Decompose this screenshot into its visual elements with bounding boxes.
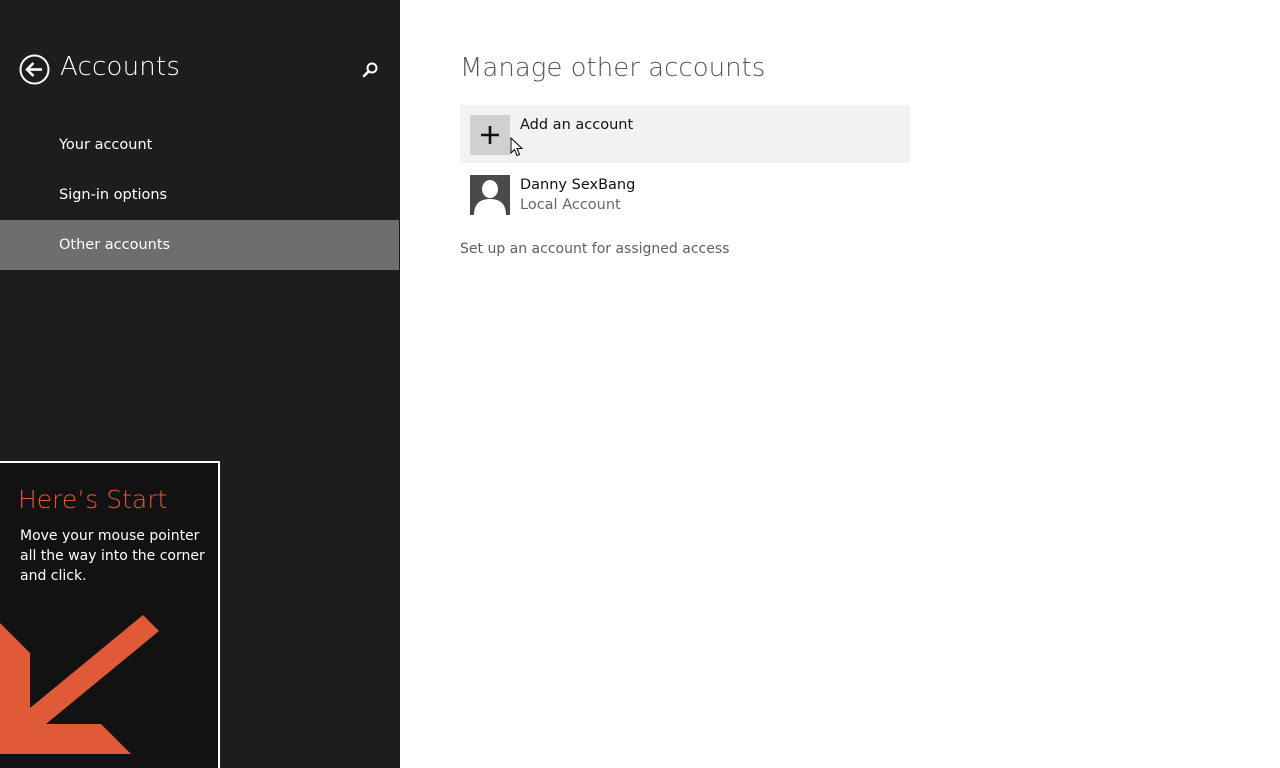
add-account-label: Add an account (520, 117, 634, 133)
user-avatar-icon (470, 175, 510, 215)
pc-settings-window: Accounts Your account Sign-in options Ot… (0, 0, 1280, 768)
left-nav-pane: Accounts Your account Sign-in options Ot… (0, 0, 400, 768)
nav-item-other-accounts[interactable]: Other accounts (0, 220, 399, 270)
nav-item-label: Other accounts (59, 237, 171, 253)
start-tip-panel: Here’s Start Move your mouse pointer all… (0, 461, 220, 768)
page-title: Manage other accounts (460, 53, 766, 83)
nav-list: Your account Sign-in options Other accou… (0, 120, 400, 270)
add-account-button[interactable]: Add an account (460, 105, 910, 163)
search-button[interactable] (360, 60, 380, 80)
pane-title: Accounts (60, 52, 181, 82)
nav-item-label: Sign-in options (59, 187, 168, 203)
back-button[interactable] (19, 54, 50, 85)
add-icon-tile (470, 115, 510, 155)
avatar (470, 175, 510, 215)
back-arrow-icon (19, 54, 50, 85)
assigned-access-link[interactable]: Set up an account for assigned access (460, 241, 729, 257)
nav-item-your-account[interactable]: Your account (0, 120, 399, 170)
down-left-arrow-icon (0, 615, 159, 754)
nav-item-sign-in-options[interactable]: Sign-in options (0, 170, 399, 220)
mouse-pointer-icon (510, 137, 524, 157)
account-name: Danny SexBang (520, 177, 636, 193)
nav-item-label: Your account (59, 137, 153, 153)
account-type: Local Account (520, 197, 621, 213)
tip-title: Here’s Start (18, 485, 168, 514)
account-item[interactable]: Danny SexBang Local Account (460, 166, 910, 224)
plus-icon (481, 126, 499, 144)
search-icon (362, 62, 378, 78)
tip-body: Move your mouse pointer all the way into… (20, 528, 205, 584)
